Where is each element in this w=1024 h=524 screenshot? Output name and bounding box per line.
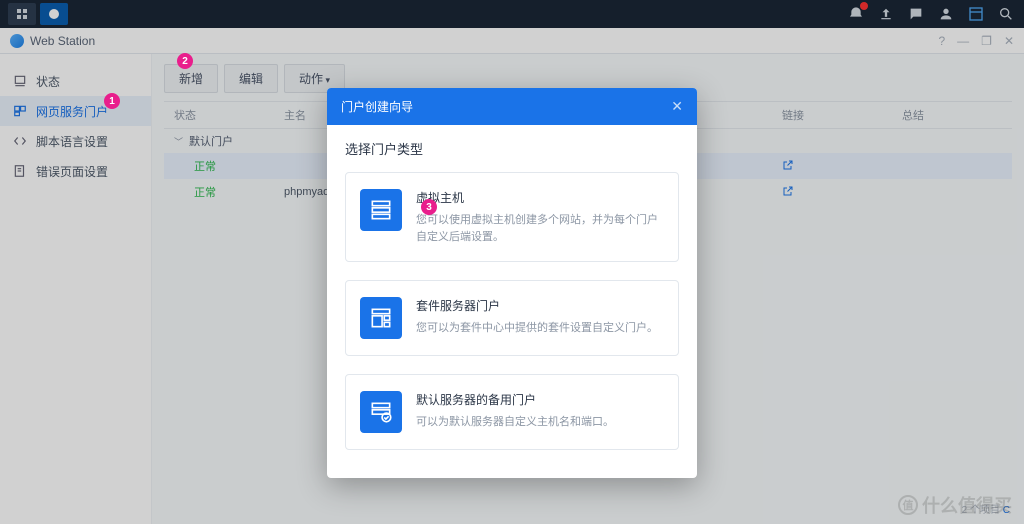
option-title: 虚拟主机 [416,189,664,206]
modal-title: 门户创建向导 [341,98,413,115]
virtual-host-icon [360,189,402,231]
option-desc: 您可以使用虚拟主机创建多个网站，并为每个门户自定义后端设置。 [416,212,664,245]
annotation-1: 1 [104,93,120,109]
modal-subtitle: 选择门户类型 [327,125,697,158]
option-title: 套件服务器门户 [416,297,664,314]
option-default-backup[interactable]: 默认服务器的备用门户 可以为默认服务器自定义主机名和端口。 [345,374,679,450]
watermark-text: 什么值得买 [922,492,1012,518]
option-virtual-host[interactable]: 虚拟主机 您可以使用虚拟主机创建多个网站，并为每个门户自定义后端设置。 [345,172,679,262]
modal-overlay: 门户创建向导 ✕ 选择门户类型 虚拟主机 您可以使用虚拟主机创建多个网站，并为每… [0,0,1024,524]
option-desc: 可以为默认服务器自定义主机名和端口。 [416,414,664,431]
watermark-icon: 值 [898,495,918,515]
package-portal-icon [360,297,402,339]
option-desc: 您可以为套件中心中提供的套件设置自定义门户。 [416,320,664,337]
modal-header: 门户创建向导 ✕ [327,88,697,125]
modal-close-icon[interactable]: ✕ [671,98,683,115]
annotation-3: 3 [421,199,437,215]
option-package-portal[interactable]: 套件服务器门户 您可以为套件中心中提供的套件设置自定义门户。 [345,280,679,356]
default-backup-icon [360,391,402,433]
option-title: 默认服务器的备用门户 [416,391,664,408]
watermark: 值 什么值得买 [898,492,1012,518]
modal-body: 虚拟主机 您可以使用虚拟主机创建多个网站，并为每个门户自定义后端设置。 套件服务… [327,158,697,478]
modal-portal-wizard: 门户创建向导 ✕ 选择门户类型 虚拟主机 您可以使用虚拟主机创建多个网站，并为每… [327,88,697,478]
annotation-2: 2 [177,53,193,69]
